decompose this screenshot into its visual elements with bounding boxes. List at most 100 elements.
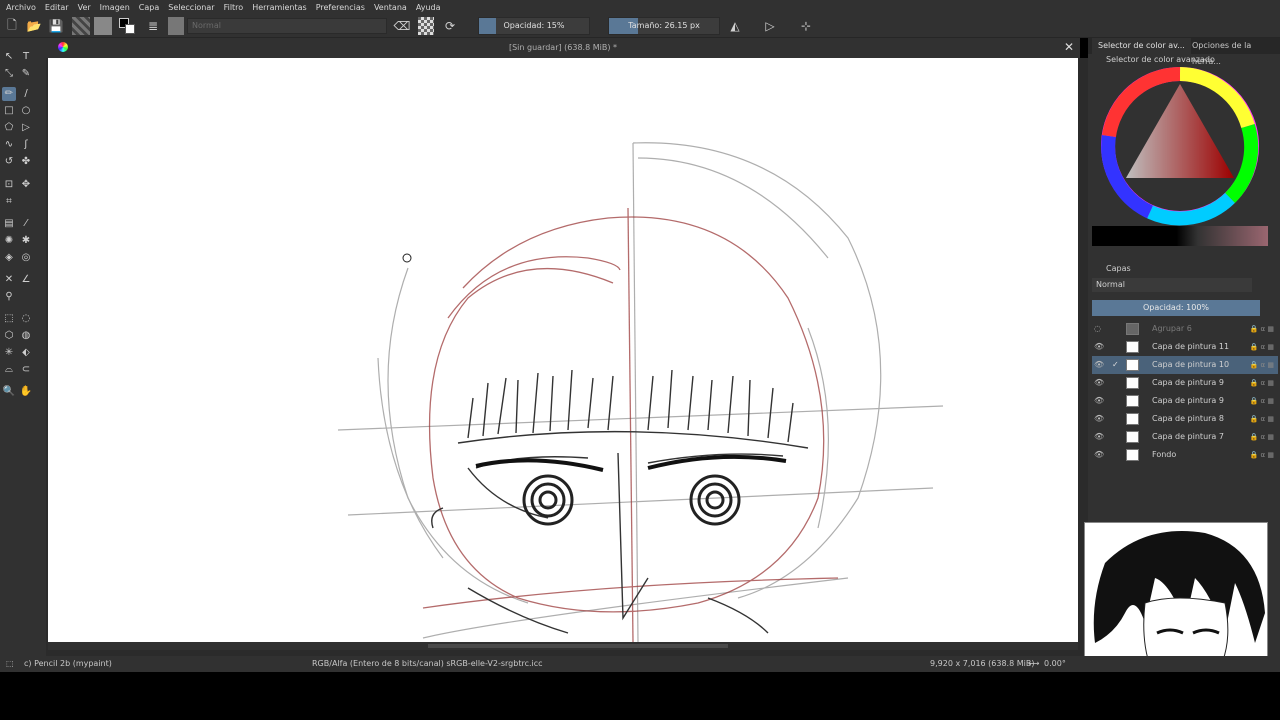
- layer-row-selected[interactable]: 👁 ✓ Capa de pintura 10 🔒 α ▦: [1092, 356, 1278, 374]
- gradient-icon[interactable]: [72, 17, 90, 35]
- color-history-strip[interactable]: [1092, 226, 1268, 246]
- layer-lock-icon[interactable]: 🔒 α ▦: [1250, 392, 1274, 410]
- contiguous-select-icon[interactable]: ✳: [2, 346, 16, 360]
- size-slider[interactable]: Tamaño: 26.15 px: [608, 17, 720, 35]
- menu-archivo[interactable]: Archivo: [6, 3, 36, 12]
- eye-icon[interactable]: 👁: [1094, 410, 1104, 428]
- layer-lock-icon[interactable]: 🔒 α ▦: [1250, 446, 1274, 464]
- enclose-fill-icon[interactable]: ◎: [19, 251, 33, 265]
- blend-mode-select[interactable]: Normal: [187, 18, 387, 34]
- menu-capa[interactable]: Capa: [139, 3, 159, 12]
- freehand-path-icon[interactable]: ʃ: [19, 138, 33, 152]
- bezier-select-icon[interactable]: ⌓: [2, 363, 16, 377]
- similar-select-icon[interactable]: ⬖: [19, 346, 33, 360]
- layer-lock-icon[interactable]: 🔒 α ▦: [1250, 410, 1274, 428]
- mirror-horizontal-icon[interactable]: ◭: [728, 17, 742, 35]
- rectangle-tool-icon[interactable]: □: [2, 104, 16, 118]
- menu-editar[interactable]: Editar: [45, 3, 69, 12]
- freehand-select-icon[interactable]: ◍: [19, 329, 33, 343]
- brush-preset-status-icon[interactable]: ⬚: [6, 659, 14, 668]
- text-tool-icon[interactable]: T: [19, 50, 33, 64]
- save-document-icon[interactable]: 💾: [48, 17, 64, 35]
- eye-icon[interactable]: 👁: [1094, 392, 1104, 410]
- layer-lock-icon[interactable]: 🔒 α ▦: [1250, 428, 1274, 446]
- layer-row[interactable]: 👁 Capa de pintura 7 🔒 α ▦: [1092, 428, 1278, 446]
- layer-lock-icon[interactable]: 🔒 α ▦: [1250, 320, 1274, 338]
- select-shapes-icon[interactable]: ↖: [2, 50, 16, 64]
- new-document-icon[interactable]: 🗋: [4, 17, 20, 35]
- horizontal-scroll-thumb[interactable]: [428, 644, 728, 648]
- eye-icon[interactable]: 👁: [1094, 428, 1104, 446]
- eraser-icon[interactable]: ⌫: [394, 17, 411, 35]
- ellipse-tool-icon[interactable]: ○: [19, 104, 33, 118]
- menu-filtro[interactable]: Filtro: [224, 3, 244, 12]
- layer-row[interactable]: 👁 Capa de pintura 11 🔒 α ▦: [1092, 338, 1278, 356]
- opacity-slider[interactable]: Opacidad: 15%: [478, 17, 590, 35]
- menu-imagen[interactable]: Imagen: [100, 3, 130, 12]
- reference-tool-icon[interactable]: ⚲: [2, 290, 16, 304]
- crop-tool-icon[interactable]: ⌗: [2, 195, 16, 209]
- visibility-off-icon[interactable]: ◌: [1094, 320, 1101, 338]
- rect-select-icon[interactable]: ⬚: [2, 312, 16, 326]
- open-document-icon[interactable]: 📂: [26, 17, 42, 35]
- crop-icon[interactable]: ⊹: [798, 17, 814, 35]
- smart-patch-icon[interactable]: ✺: [2, 234, 16, 248]
- color-picker-icon[interactable]: ⁄: [19, 217, 33, 231]
- eye-icon[interactable]: 👁: [1094, 374, 1104, 392]
- fill-tool-icon[interactable]: ◈: [2, 251, 16, 265]
- eye-icon[interactable]: 👁: [1094, 446, 1104, 464]
- dynamic-brush-icon[interactable]: ↺: [2, 155, 16, 169]
- layer-lock-icon[interactable]: 🔒 α ▦: [1250, 338, 1274, 356]
- layer-row[interactable]: 👁 Fondo 🔒 α ▦: [1092, 446, 1278, 464]
- menu-herramientas[interactable]: Herramientas: [252, 3, 307, 12]
- magnetic-select-icon[interactable]: ⊂: [19, 363, 33, 377]
- layer-row[interactable]: ◌ Agrupar 6 🔒 α ▦: [1092, 320, 1278, 338]
- rotation-icon[interactable]: ⟷: [1028, 659, 1039, 668]
- assistant-tool-icon[interactable]: ✕: [2, 273, 16, 287]
- gradient-tool-icon[interactable]: ▤: [2, 217, 16, 231]
- polyline-tool-icon[interactable]: ▷: [19, 121, 33, 135]
- alpha-lock-icon[interactable]: [418, 17, 434, 35]
- transform-tool-icon[interactable]: ⊡: [2, 178, 16, 192]
- layer-blend-mode-select[interactable]: Normal: [1092, 278, 1252, 292]
- reload-preset-icon[interactable]: ⟳: [442, 17, 458, 35]
- edit-shapes-icon[interactable]: ⤡: [2, 67, 16, 81]
- layer-row[interactable]: 👁 Capa de pintura 8 🔒 α ▦: [1092, 410, 1278, 428]
- calligraphy-icon[interactable]: ✎: [19, 67, 33, 81]
- tab-color-selector[interactable]: Selector de color av...: [1092, 38, 1191, 54]
- polygon-tool-icon[interactable]: ⬠: [2, 121, 16, 135]
- close-document-icon[interactable]: ✕: [1064, 40, 1074, 54]
- bezier-tool-icon[interactable]: ∿: [2, 138, 16, 152]
- horizontal-scrollbar[interactable]: [48, 642, 1078, 650]
- brush-preset-icon[interactable]: [168, 17, 184, 35]
- layer-row[interactable]: 👁 Capa de pintura 9 🔒 α ▦: [1092, 392, 1278, 410]
- color-wheel[interactable]: [1100, 66, 1260, 226]
- layer-lock-icon[interactable]: 🔒 α ▦: [1250, 356, 1274, 374]
- measure-tool-icon[interactable]: ∠: [19, 273, 33, 287]
- layer-opacity-slider[interactable]: Opacidad: 100%: [1092, 300, 1260, 316]
- menu-preferencias[interactable]: Preferencias: [316, 3, 365, 12]
- multibrush-icon[interactable]: ✤: [19, 155, 33, 169]
- eye-icon[interactable]: 👁: [1094, 338, 1104, 356]
- menu-ayuda[interactable]: Ayuda: [416, 3, 441, 12]
- move-tool-icon[interactable]: ✥: [19, 178, 33, 192]
- fg-bg-color-icon[interactable]: [118, 17, 136, 35]
- brush-settings-icon[interactable]: ≣: [144, 17, 162, 35]
- tab-tool-options[interactable]: Opciones de la herra...: [1186, 38, 1280, 66]
- layer-lock-icon[interactable]: 🔒 α ▦: [1250, 374, 1274, 392]
- zoom-tool-icon[interactable]: 🔍: [2, 385, 16, 399]
- freehand-brush-icon[interactable]: ✏: [2, 87, 16, 101]
- drawing-canvas[interactable]: [48, 58, 1078, 642]
- colorize-mask-icon[interactable]: ✱: [19, 234, 33, 248]
- pan-tool-icon[interactable]: ✋: [19, 385, 33, 399]
- menu-ventana[interactable]: Ventana: [374, 3, 407, 12]
- layer-row[interactable]: 👁 Capa de pintura 9 🔒 α ▦: [1092, 374, 1278, 392]
- mirror-vertical-icon[interactable]: ▷: [762, 17, 778, 35]
- menu-seleccionar[interactable]: Seleccionar: [168, 3, 214, 12]
- polygon-select-icon[interactable]: ⬡: [2, 329, 16, 343]
- line-tool-icon[interactable]: /: [19, 87, 33, 101]
- menu-ver[interactable]: Ver: [78, 3, 91, 12]
- ellipse-select-icon[interactable]: ◌: [19, 312, 33, 326]
- eye-icon[interactable]: 👁: [1094, 356, 1104, 374]
- pattern-icon[interactable]: [94, 17, 112, 35]
